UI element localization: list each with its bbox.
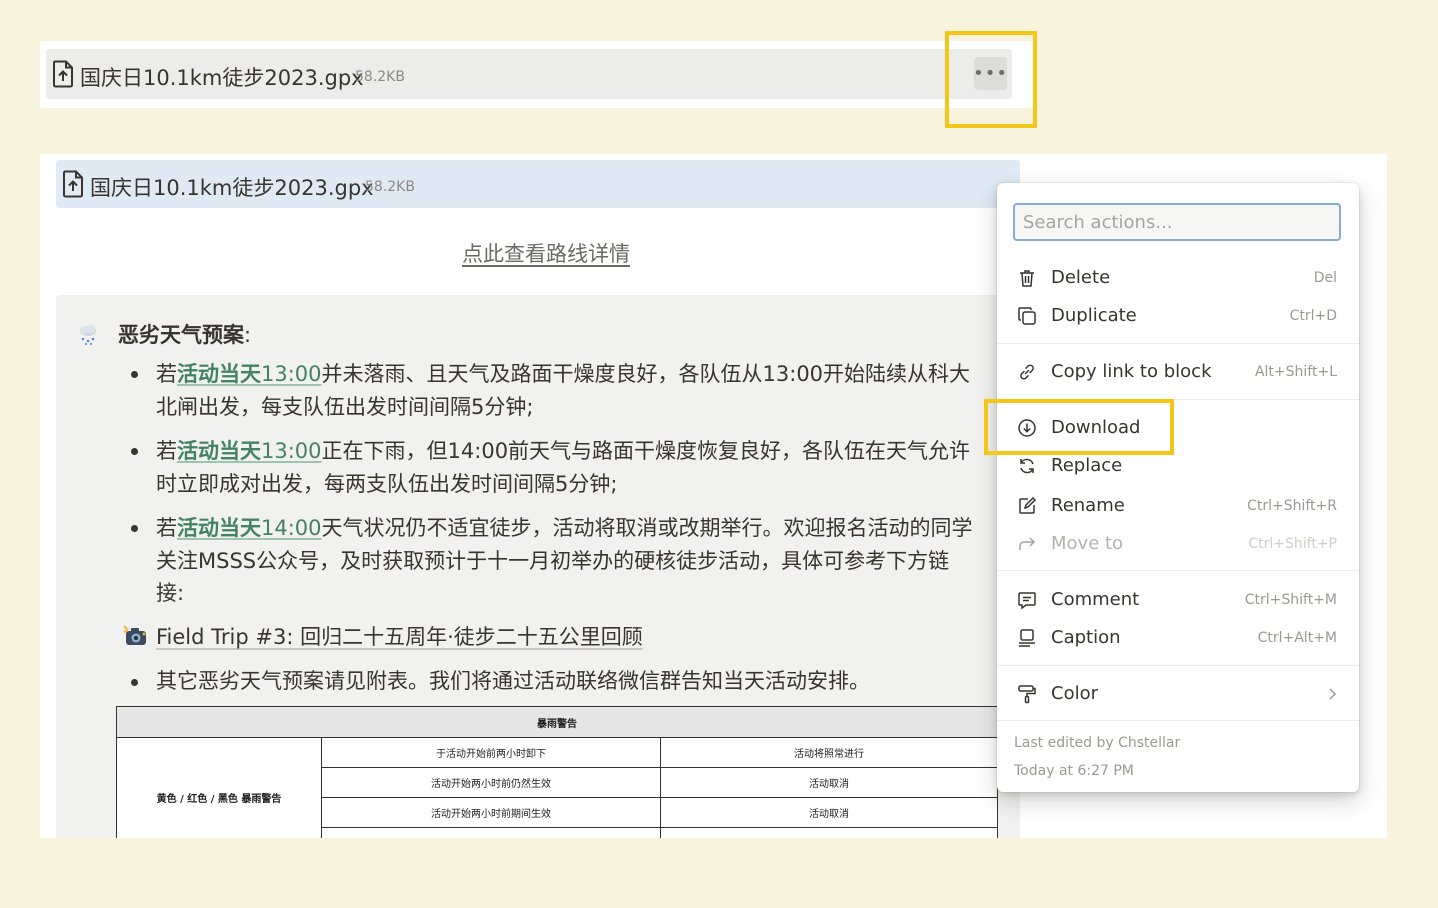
menu-item-shortcut: Del bbox=[1313, 270, 1337, 286]
comment-icon bbox=[1018, 592, 1036, 610]
list-item: 若活动当天14:00天气状况仍不适宜徒步，活动将取消或改期举行。欢迎报名活动的同… bbox=[156, 512, 973, 610]
menu-item-label: Move to bbox=[1051, 533, 1124, 554]
table-cell: 活动取消 bbox=[660, 767, 998, 798]
highlight-time: 13:00 bbox=[261, 362, 322, 386]
bullet-text: 正在下雨，但14:00前天气与路面干燥度恢复良好，各队伍在天气允许 bbox=[321, 439, 971, 463]
table-header-row: 暴雨警告 bbox=[116, 706, 998, 738]
file-block-top[interactable]: 国庆日10.1km徒步2023.gpx 58.2KB bbox=[46, 49, 1012, 99]
bullet-text: 天气状况仍不适宜徒步，活动将取消或改期举行。欢迎报名活动的同学 bbox=[321, 516, 973, 540]
file-name[interactable]: 国庆日10.1km徒步2023.gpx bbox=[90, 172, 374, 202]
menu-item-label: Replace bbox=[1051, 455, 1123, 476]
menu-item-shortcut: Ctrl+D bbox=[1289, 308, 1337, 324]
bullet-dot bbox=[131, 371, 138, 378]
paint-roller-icon bbox=[1018, 685, 1036, 704]
callout-heading-colon: : bbox=[244, 323, 252, 347]
menu-item-label: Duplicate bbox=[1051, 305, 1137, 326]
highlight-text: 活动当天 bbox=[177, 516, 261, 540]
bullet-text: 并未落雨、且天气及路面干燥度良好，各队伍从13:00开始陆续从科大 bbox=[321, 362, 971, 386]
highlight-frame-download bbox=[984, 399, 1174, 455]
bullet-text: 关注MSSS公众号，及时获取预计于十一月初举办的硬核徒步活动，具体可参考下方链 bbox=[156, 548, 950, 573]
search-actions-input[interactable] bbox=[1013, 203, 1341, 241]
menu-item-shortcut: Ctrl+Shift+M bbox=[1244, 592, 1337, 608]
block-actions-menu: Delete Del Duplicate Ctrl+D Copy link to… bbox=[997, 183, 1359, 792]
menu-item-label: Rename bbox=[1051, 495, 1125, 516]
file-size: 58.2KB bbox=[365, 179, 415, 195]
table-header-cell: 暴雨警告 bbox=[116, 706, 998, 738]
menu-item-duplicate[interactable]: Duplicate Ctrl+D bbox=[997, 297, 1359, 335]
menu-item-shortcut: Ctrl+Shift+P bbox=[1248, 536, 1337, 552]
menu-item-label: Caption bbox=[1051, 627, 1121, 648]
replace-icon bbox=[1020, 458, 1034, 474]
table-row: 黄色 / 红色 / 黑色 暴雨警告 于活动开始前两小时卸下 活动将照常进行 bbox=[116, 737, 998, 838]
callout-heading-text: 恶劣天气预案 bbox=[118, 323, 244, 347]
trash-icon bbox=[1020, 270, 1034, 287]
bullet-prefix: 若 bbox=[156, 439, 177, 463]
menu-divider bbox=[997, 665, 1359, 666]
menu-item-shortcut: Ctrl+Alt+M bbox=[1257, 630, 1337, 646]
table-row-label: 黄色 / 红色 / 黑色 暴雨警告 bbox=[116, 737, 322, 838]
highlight-time: 13:00 bbox=[261, 439, 322, 463]
page-link-field-trip[interactable]: Field Trip #3: 回归二十五周年·徒步二十五公里回顾 bbox=[156, 621, 643, 654]
highlight-text: 活动当天 bbox=[177, 362, 261, 386]
caption-icon bbox=[1019, 629, 1035, 647]
bullet-dot bbox=[131, 525, 138, 532]
list-item: 若活动当天13:00正在下雨，但14:00前天气与路面干燥度恢复良好，各队伍在天… bbox=[156, 435, 970, 500]
menu-item-comment[interactable]: Comment Ctrl+Shift+M bbox=[997, 581, 1359, 619]
menu-item-delete[interactable]: Delete Del bbox=[997, 259, 1359, 297]
route-details-link[interactable]: 点此查看路线详情 bbox=[40, 238, 1052, 268]
menu-item-shortcut: Ctrl+Shift+R bbox=[1247, 498, 1337, 514]
last-edited-by: Last edited by Chstellar bbox=[1014, 735, 1181, 751]
table-cell: 活动开始两小时前期间生效 bbox=[321, 797, 661, 828]
highlight-frame-more-button bbox=[945, 31, 1037, 128]
menu-item-label: Comment bbox=[1051, 589, 1140, 610]
file-upload-icon bbox=[53, 60, 73, 88]
menu-item-color[interactable]: Color bbox=[997, 675, 1359, 713]
bullet-text: 时立即成对出发，每两支队伍出发时间间隔5分钟; bbox=[156, 471, 618, 496]
menu-item-move-to[interactable]: Move to Ctrl+Shift+P bbox=[997, 525, 1359, 563]
link-icon bbox=[1020, 364, 1034, 380]
menu-item-caption[interactable]: Caption Ctrl+Alt+M bbox=[997, 619, 1359, 657]
rename-icon bbox=[1019, 496, 1037, 514]
menu-item-label: Delete bbox=[1051, 267, 1111, 288]
menu-divider bbox=[997, 720, 1359, 721]
table-cell bbox=[660, 827, 998, 838]
table-cell: 于活动开始前两小时卸下 bbox=[321, 737, 661, 768]
menu-item-copy-link[interactable]: Copy link to block Alt+Shift+L bbox=[997, 353, 1359, 391]
duplicate-icon bbox=[1018, 307, 1036, 325]
chevron-right-icon bbox=[1329, 688, 1337, 700]
file-block-selected[interactable]: 国庆日10.1km徒步2023.gpx 58.2KB bbox=[56, 160, 1020, 208]
callout-heading: 恶劣天气预案: bbox=[118, 319, 251, 352]
table-cell: 活动将照常进行 bbox=[660, 737, 998, 768]
bullet-dot bbox=[131, 679, 138, 686]
menu-item-label: Color bbox=[1051, 683, 1098, 704]
file-name[interactable]: 国庆日10.1km徒步2023.gpx bbox=[80, 62, 364, 92]
highlight-time: 14:00 bbox=[261, 516, 322, 540]
menu-divider bbox=[997, 570, 1359, 571]
bullet-text: 北闸出发，每支队伍出发时间间隔5分钟; bbox=[156, 394, 534, 419]
table-cell bbox=[321, 827, 661, 838]
table-cell: 活动取消 bbox=[660, 797, 998, 828]
rain-cloud-icon bbox=[80, 324, 96, 346]
menu-item-label: Copy link to block bbox=[1051, 361, 1212, 382]
move-arrow-icon bbox=[1019, 537, 1036, 550]
bullet-prefix: 若 bbox=[156, 516, 177, 540]
bullet-text: 接: bbox=[156, 581, 185, 605]
highlight-text: 活动当天 bbox=[177, 439, 261, 463]
file-upload-icon bbox=[63, 170, 83, 198]
bullet-prefix: 若 bbox=[156, 362, 177, 386]
bullet-dot bbox=[131, 448, 138, 455]
table-cell: 活动开始两小时前仍然生效 bbox=[321, 767, 661, 798]
file-size: 58.2KB bbox=[355, 69, 405, 85]
last-edited-time: Today at 6:27 PM bbox=[1014, 763, 1134, 779]
list-item: 若活动当天13:00并未落雨、且天气及路面干燥度良好，各队伍从13:00开始陆续… bbox=[156, 358, 970, 423]
menu-item-rename[interactable]: Rename Ctrl+Shift+R bbox=[997, 487, 1359, 525]
camera-flash-icon bbox=[123, 625, 146, 645]
menu-divider bbox=[997, 343, 1359, 344]
list-item: 其它恶劣天气预案请见附表。我们将通过活动联络微信群告知当天活动安排。 bbox=[156, 669, 870, 693]
rainstorm-warning-table: 暴雨警告 黄色 / 红色 / 黑色 暴雨警告 于活动开始前两小时卸下 活动将照常… bbox=[116, 706, 998, 838]
menu-item-shortcut: Alt+Shift+L bbox=[1254, 364, 1337, 380]
